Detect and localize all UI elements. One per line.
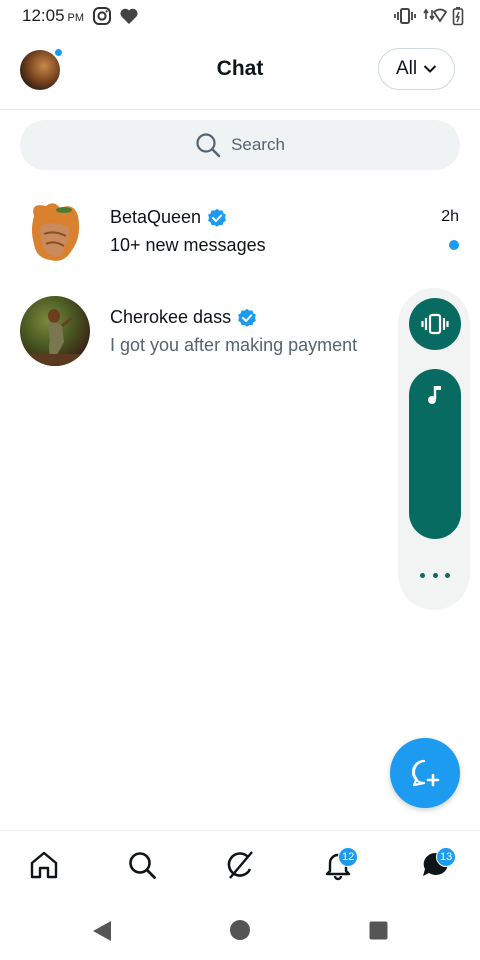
vibrate-icon [421,313,449,335]
back-icon[interactable] [92,920,112,942]
more-icon[interactable] [420,568,450,582]
recents-icon[interactable] [369,921,388,940]
chevron-down-icon [423,65,437,73]
wifi-icon [423,8,447,23]
search-bar[interactable]: Search [20,120,460,170]
home-circle-icon[interactable] [229,919,251,941]
filter-label: All [395,58,418,79]
conversation-time: 2h [441,208,459,225]
system-navigation-bar [0,898,480,960]
ringer-mode-button[interactable] [409,298,461,350]
unread-indicator [449,240,459,250]
bottom-navigation [0,830,480,898]
search-icon[interactable] [126,849,158,881]
status-ampm: PM [67,12,85,24]
status-time: 12:05 PM [22,6,84,26]
contact-name: BetaQueen [110,207,202,227]
conversation-name: Cherokee dass [110,307,257,328]
status-clock: 12:05 [22,6,65,25]
new-message-icon [411,759,440,787]
conversation-name: BetaQueen [110,207,227,228]
verified-badge-icon [208,208,226,227]
status-bar: 12:05 PM [0,0,480,32]
new-message-button[interactable] [390,738,460,808]
heart-icon [120,8,138,24]
conversation-avatar [20,196,90,266]
conversation-avatar [20,296,90,366]
music-note-icon [428,386,441,404]
conversation-preview: I got you after making payment [110,335,358,355]
grok-icon[interactable] [224,849,256,881]
instagram-icon [93,7,111,25]
vibrate-status-icon [394,8,416,24]
contact-name: Cherokee dass [110,307,232,327]
verified-badge-icon [238,308,256,327]
conversation-row[interactable]: BetaQueen 10+ new messages 2h [0,188,480,284]
search-icon [196,133,221,158]
home-icon[interactable] [28,849,60,881]
header: Chat All [0,32,480,110]
filter-dropdown[interactable]: All [378,48,455,90]
search-placeholder: Search [231,135,285,154]
conversation-preview: 10+ new messages [110,235,266,255]
battery-icon [452,7,464,26]
